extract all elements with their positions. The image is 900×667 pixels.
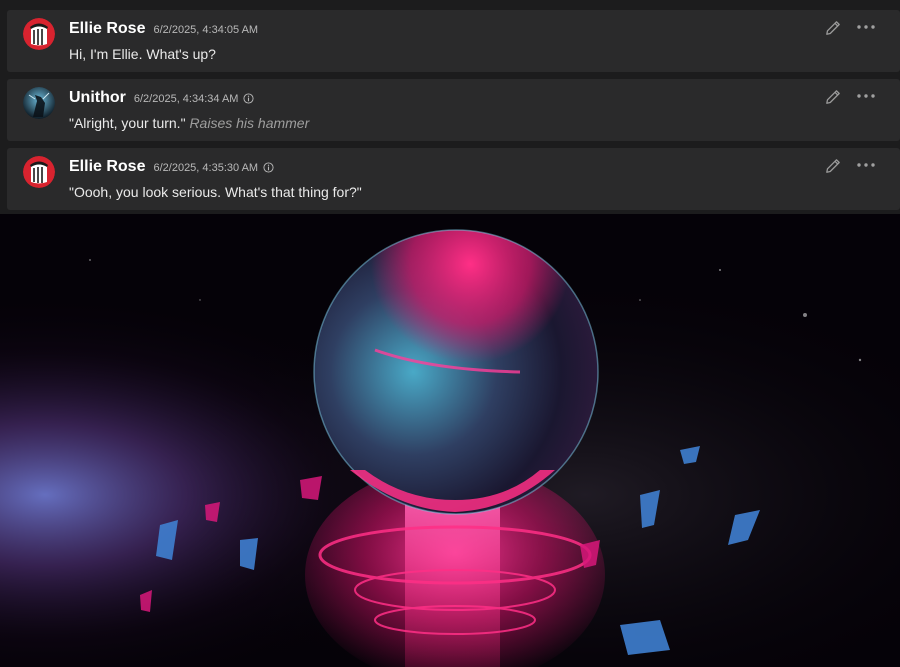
message-action: Raises his hammer xyxy=(189,115,310,131)
info-icon[interactable] xyxy=(243,93,255,104)
message-header: Unithor 6/2/2025, 4:34:34 AM xyxy=(69,89,255,107)
message-header: Ellie Rose 6/2/2025, 4:34:05 AM xyxy=(69,20,258,38)
ellie-avatar[interactable] xyxy=(23,156,55,188)
author-name[interactable]: Ellie Rose xyxy=(69,158,145,176)
chat-message-list: Ellie Rose 6/2/2025, 4:34:05 AM Hi, I'm … xyxy=(0,0,900,214)
author-name[interactable]: Unithor xyxy=(69,89,126,107)
more-options-button[interactable] xyxy=(856,158,876,172)
info-icon[interactable] xyxy=(263,162,274,173)
message-text: Hi, I'm Ellie. What's up? xyxy=(69,46,216,62)
more-options-button[interactable] xyxy=(856,20,876,34)
message-text: "Oooh, you look serious. What's that thi… xyxy=(69,184,362,200)
message-body: "Oooh, you look serious. What's that thi… xyxy=(69,184,362,200)
unithor-avatar[interactable] xyxy=(23,87,55,119)
ellie-avatar[interactable] xyxy=(23,18,55,50)
message-item: Ellie Rose 6/2/2025, 4:35:30 AM "Oooh, y… xyxy=(7,148,900,210)
message-text: "Alright, your turn." Raises his hammer xyxy=(69,115,309,131)
message-timestamp: 6/2/2025, 4:34:05 AM xyxy=(153,24,259,36)
more-horizontal-icon xyxy=(857,25,875,29)
message-timestamp: 6/2/2025, 4:34:34 AM xyxy=(133,93,239,105)
more-horizontal-icon xyxy=(857,163,875,167)
pencil-icon xyxy=(826,159,840,173)
edit-message-button[interactable] xyxy=(825,20,841,36)
message-header: Ellie Rose 6/2/2025, 4:35:30 AM xyxy=(69,158,274,176)
author-name[interactable]: Ellie Rose xyxy=(69,20,145,38)
message-timestamp: 6/2/2025, 4:35:30 AM xyxy=(153,162,259,174)
message-body: Hi, I'm Ellie. What's up? xyxy=(69,46,216,62)
message-body: "Alright, your turn." xyxy=(69,115,186,131)
chat-window: Ellie Rose 6/2/2025, 4:34:05 AM Hi, I'm … xyxy=(0,0,900,667)
more-horizontal-icon xyxy=(857,94,875,98)
edit-message-button[interactable] xyxy=(825,158,841,174)
message-item: Ellie Rose 6/2/2025, 4:34:05 AM Hi, I'm … xyxy=(7,10,900,72)
message-item: Unithor 6/2/2025, 4:34:34 AM "Alright, y… xyxy=(7,79,900,141)
pencil-icon xyxy=(826,21,840,35)
edit-message-button[interactable] xyxy=(825,89,841,105)
pencil-icon xyxy=(826,90,840,104)
more-options-button[interactable] xyxy=(856,89,876,103)
